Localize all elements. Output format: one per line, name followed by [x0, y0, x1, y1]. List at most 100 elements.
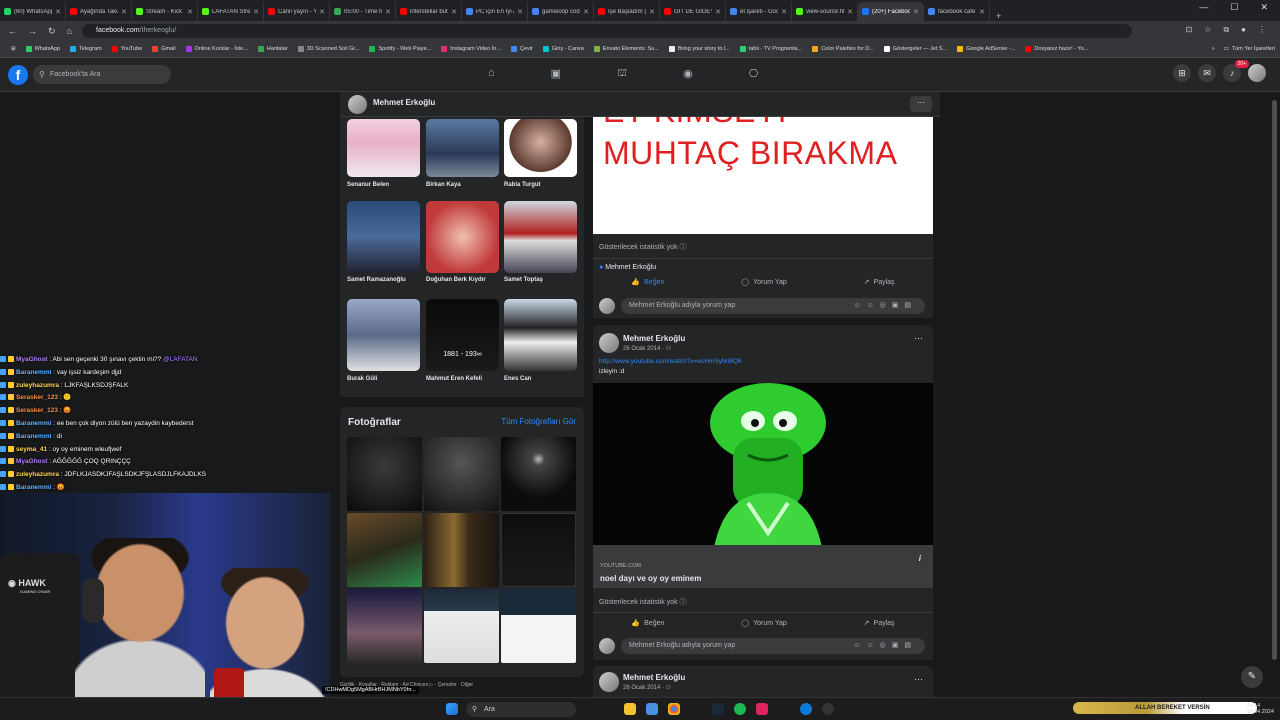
post3-author-avatar[interactable] — [599, 672, 619, 692]
taskbar-search[interactable]: ⚲ Ara — [466, 702, 576, 717]
friend-photo[interactable] — [426, 119, 499, 177]
post3-more-icon[interactable]: ··· — [914, 674, 923, 684]
friend-name[interactable]: Doğuhan Berk Kıydır — [426, 277, 499, 283]
app-icon-active[interactable] — [756, 703, 768, 715]
comment-button[interactable]: ◯ Yorum Yap — [741, 278, 787, 287]
friend-photo[interactable] — [504, 119, 577, 177]
bookmark-item[interactable]: Gmail — [147, 46, 180, 52]
video-nav-icon[interactable]: ▣ — [551, 67, 561, 81]
tab-close-icon[interactable]: ✕ — [583, 8, 589, 16]
apps-icon[interactable]: ⊞ — [6, 46, 21, 52]
new-message-icon[interactable]: ✎ — [1241, 666, 1263, 688]
bookmark-item[interactable]: Telegram — [65, 46, 107, 52]
bookmark-item[interactable]: Giriş - Canva — [538, 46, 589, 52]
browser-tab[interactable]: Canlı yayın - Yo ✕ — [264, 2, 330, 21]
browser-tab[interactable]: İşe Başladım | ✕ — [594, 2, 660, 21]
page-scrollbar[interactable] — [1272, 95, 1277, 675]
like-button[interactable]: 👍 Beğen — [631, 619, 664, 628]
tab-close-icon[interactable]: ✕ — [451, 8, 457, 16]
friend-photo[interactable] — [504, 201, 577, 273]
friend-photo[interactable] — [426, 201, 499, 273]
friend-card[interactable]: Doğuhan Berk Kıydır — [426, 201, 499, 283]
photo-thumb[interactable] — [501, 589, 576, 663]
post1-image[interactable]: ET KİMSEYİ MUHTAÇ BIRAKMA — [593, 117, 933, 234]
browser-tab[interactable]: LAFATAN Stream✕ — [198, 2, 264, 21]
bookmark-item[interactable]: Haritalar — [253, 46, 293, 52]
friend-photo[interactable] — [347, 299, 420, 371]
store-icon[interactable] — [646, 703, 658, 715]
friend-photo[interactable] — [426, 299, 499, 371]
chrome-icon[interactable] — [668, 703, 680, 715]
post2-video-thumbnail[interactable] — [593, 383, 933, 545]
bookmark-item[interactable]: Color Palettes for D... — [807, 46, 879, 52]
bookmark-item[interactable]: tabii - TV Programla... — [735, 46, 807, 52]
friend-card[interactable]: Birkan Kaya — [426, 119, 499, 188]
bookmark-item[interactable]: Google AdSense -... — [952, 46, 1020, 52]
friend-name[interactable]: Burak Güli — [347, 376, 420, 382]
reload-icon[interactable]: ↻ — [48, 26, 56, 37]
post2-date[interactable]: 26 Ocak 2014 · ⚇ — [623, 345, 671, 352]
notifications-icon[interactable]: ♪ 20+ — [1223, 60, 1249, 82]
bookmark-item[interactable]: WhatsApp — [21, 46, 65, 52]
bookmark-item[interactable]: Bring your story to l... — [664, 46, 735, 52]
home-icon[interactable]: ⌂ — [67, 26, 72, 37]
minimize-icon[interactable]: — — [1199, 2, 1208, 13]
friend-photo[interactable] — [347, 119, 420, 177]
post2-link[interactable]: http://www.youtube.com/watch?v=ecHmSyMI8… — [599, 358, 742, 365]
browser-tab[interactable]: GİT DE GİDEYİM✕ — [660, 2, 726, 21]
browser-tab[interactable]: (60) WhatsApp ✕ — [0, 2, 66, 21]
profile-icon[interactable]: ● — [1241, 25, 1246, 35]
maximize-icon[interactable]: ☐ — [1230, 2, 1238, 13]
tab-close-icon[interactable]: ✕ — [253, 8, 259, 16]
tab-close-icon[interactable]: ✕ — [55, 8, 61, 16]
browser-tab[interactable]: Ayağında Takunya✕ — [66, 2, 132, 21]
photo-thumb[interactable] — [424, 437, 499, 511]
all-bookmarks-folder[interactable]: » ▭ Tüm Yer İşaretleri — [1207, 46, 1280, 52]
tab-close-icon[interactable]: ✕ — [781, 8, 787, 16]
menu-icon[interactable]: ⋮ — [1258, 25, 1266, 35]
link-info-icon[interactable]: i — [919, 554, 921, 563]
post2-more-icon[interactable]: ··· — [914, 333, 923, 343]
friend-name[interactable]: Birkan Kaya — [426, 182, 499, 188]
tab-close-icon[interactable]: ✕ — [319, 8, 325, 16]
friend-name[interactable]: Rabia Turgut — [504, 182, 577, 188]
explorer-icon[interactable] — [624, 703, 636, 715]
friend-name[interactable]: Enes Can — [504, 376, 577, 382]
comment-input[interactable]: Mehmet Erkoğlu adıyla yorum yap ☺☺◎▣▤ — [621, 298, 925, 314]
facebook-search-input[interactable]: ⚲ Facebook'ta Ara — [33, 65, 171, 84]
friend-name[interactable]: Samet Ramazanoğlu — [347, 277, 420, 283]
menu-grid-icon[interactable]: ⊞ — [1173, 64, 1191, 82]
bookmark-item[interactable]: Dosyanız hazır! - Yo... — [1020, 46, 1093, 52]
post1-shared-by[interactable]: ● Mehmet Erkoğlu — [599, 264, 656, 271]
like-button[interactable]: 👍 Beğen — [631, 278, 664, 287]
bookmark-star-icon[interactable]: ☆ — [1204, 25, 1211, 35]
friend-name[interactable]: Senanur Belen — [347, 182, 420, 188]
spotify-icon[interactable] — [734, 703, 746, 715]
tab-close-icon[interactable]: ✕ — [385, 8, 391, 16]
bookmark-item[interactable]: Instagram Video İn... — [436, 46, 506, 52]
bookmark-item[interactable]: Çevir — [506, 46, 538, 52]
photo-thumb[interactable] — [347, 437, 422, 511]
tab-close-icon[interactable]: ✕ — [649, 8, 655, 16]
account-avatar[interactable] — [1248, 64, 1266, 82]
url-field[interactable]: facebook.com/therkeoglu/ — [82, 24, 1132, 38]
post2-author[interactable]: Mehmet Erkoğlu — [623, 334, 685, 343]
browser-tab[interactable]: gameloop code ✕ — [528, 2, 594, 21]
browser-tab[interactable]: interstellar but ✕ — [396, 2, 462, 21]
friend-card[interactable]: Mahmut Eren Kefeli 1881 - 193∞ — [426, 299, 499, 382]
profile-avatar[interactable] — [348, 95, 367, 114]
friend-card[interactable]: Samet Ramazanoğlu — [347, 201, 420, 283]
see-all-photos-link[interactable]: Tüm Fotoğrafları Gör — [501, 417, 576, 426]
start-icon[interactable] — [446, 703, 458, 715]
post3-author[interactable]: Mehmet Erkoğlu — [623, 673, 685, 682]
friend-name[interactable]: Mahmut Eren Kefeli — [426, 376, 499, 382]
more-options-icon[interactable]: ··· — [910, 96, 932, 112]
browser-tab[interactable]: (20+) Facebook ✕ — [858, 2, 924, 21]
tab-close-icon[interactable]: ✕ — [121, 8, 127, 16]
tab-close-icon[interactable]: ✕ — [715, 8, 721, 16]
share-button[interactable]: ↗ Paylaş — [864, 619, 895, 628]
comment-button[interactable]: ◯ Yorum Yap — [741, 619, 787, 628]
friend-card[interactable]: Enes Can — [504, 299, 577, 382]
share-button[interactable]: ↗ Paylaş — [864, 278, 895, 287]
browser-tab[interactable]: view-source:htt ✕ — [792, 2, 858, 21]
